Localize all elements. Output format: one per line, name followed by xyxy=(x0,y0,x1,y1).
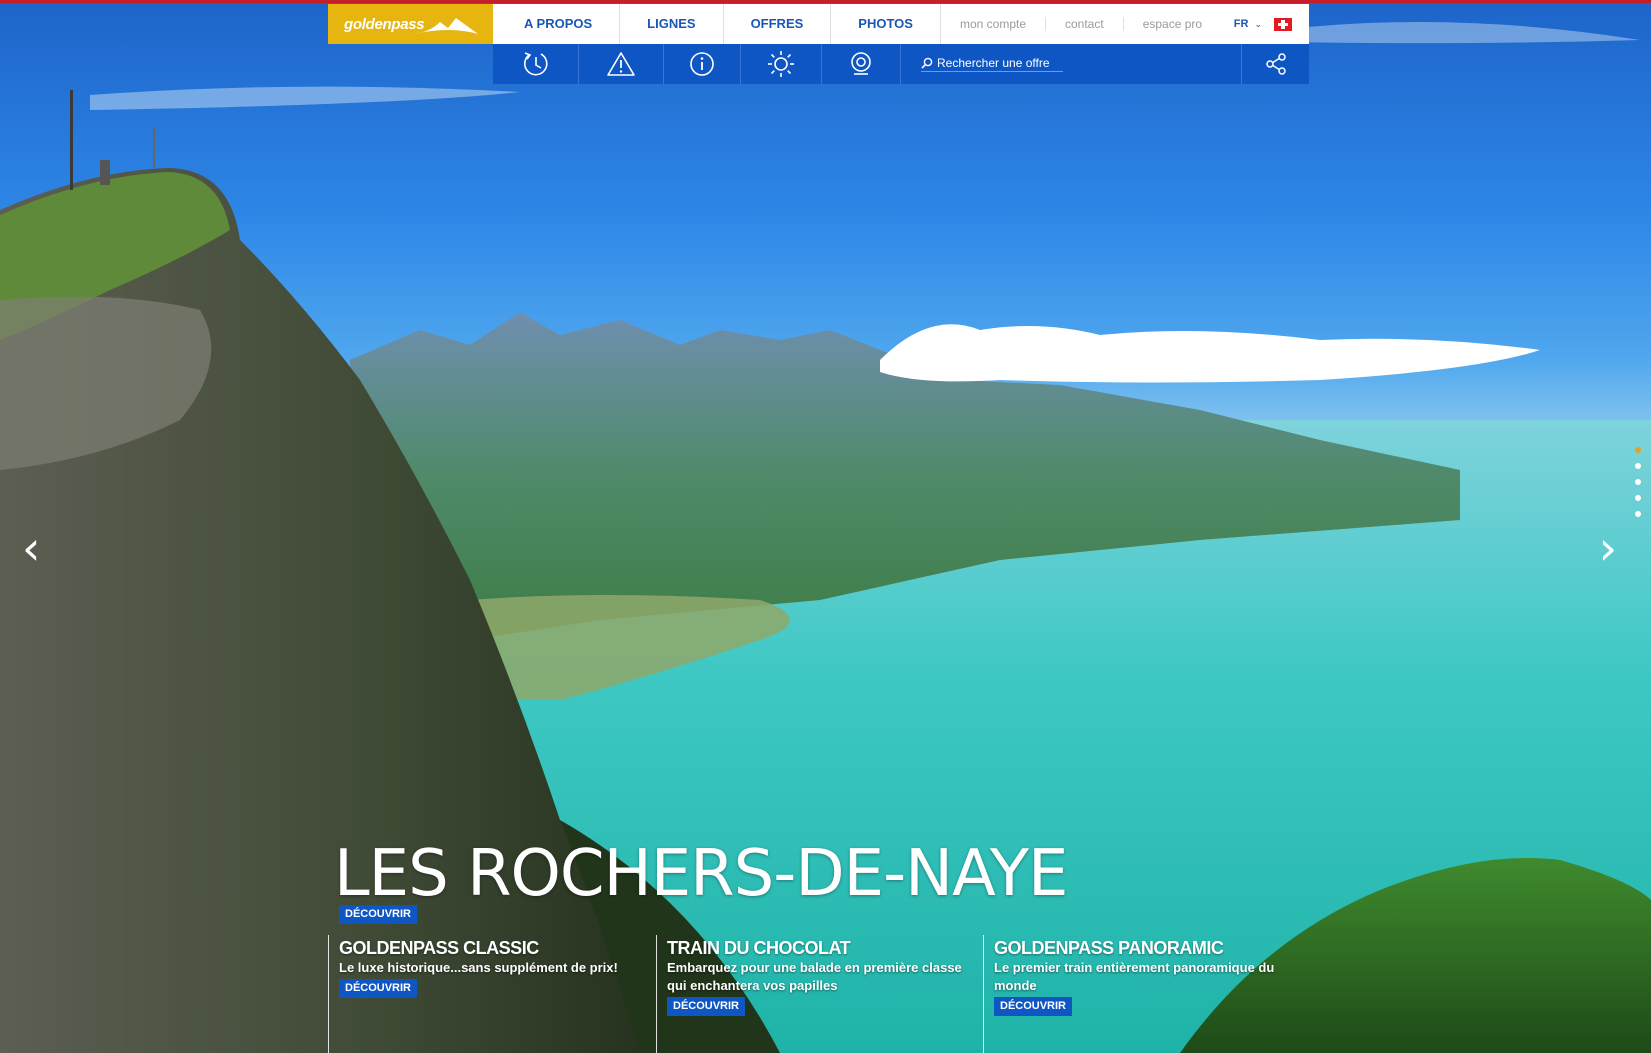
nav-offres[interactable]: OFFRES xyxy=(724,4,832,44)
alert-icon xyxy=(607,52,635,76)
featured-offers: GOLDENPASS CLASSIC Le luxe historique...… xyxy=(328,935,1302,1053)
offer-discover-button[interactable]: DÉCOUVRIR xyxy=(339,979,418,998)
nav-contact[interactable]: contact xyxy=(1046,17,1124,31)
secondary-nav: mon compte contact espace pro xyxy=(941,17,1221,31)
top-accent-line xyxy=(0,0,1651,3)
nav-lignes[interactable]: LIGNES xyxy=(620,4,724,44)
language-code: FR xyxy=(1233,18,1249,30)
slider-prev-arrow[interactable]: ‹ xyxy=(22,525,40,571)
site-header: goldenpass A PROPOS LIGNES OFFRES PHOTOS… xyxy=(328,4,1309,84)
swiss-flag-icon xyxy=(1274,17,1292,31)
primary-nav-bar: A PROPOS LIGNES OFFRES PHOTOS mon compte… xyxy=(493,4,1309,44)
search-field[interactable] xyxy=(921,56,1063,72)
slider-dot[interactable] xyxy=(1635,447,1641,453)
slider-dot[interactable] xyxy=(1635,479,1641,485)
timetable-icon xyxy=(523,52,548,76)
webcam-icon xyxy=(851,52,871,75)
offer-card-description: Le luxe historique...sans supplément de … xyxy=(339,960,618,975)
nav-mon-compte[interactable]: mon compte xyxy=(941,17,1046,31)
nav-a-propos[interactable]: A PROPOS xyxy=(493,4,621,44)
weather-icon xyxy=(768,51,794,77)
nav-photos[interactable]: PHOTOS xyxy=(831,4,941,44)
slider-dot[interactable] xyxy=(1635,463,1641,469)
mountain-logo-icon xyxy=(414,18,478,34)
offer-discover-button[interactable]: DÉCOUVRIR xyxy=(667,997,746,1016)
share-button[interactable] xyxy=(1242,44,1309,84)
nav-espace-pro[interactable]: espace pro xyxy=(1124,17,1221,31)
slider-pagination xyxy=(1635,447,1641,517)
slider-dot[interactable] xyxy=(1635,511,1641,517)
info-icon xyxy=(690,52,714,76)
search-icon xyxy=(921,57,933,69)
slider-dot[interactable] xyxy=(1635,495,1641,501)
timetable-button[interactable] xyxy=(493,44,579,84)
search-input[interactable] xyxy=(933,56,1063,70)
quick-access-toolbar xyxy=(493,44,1309,84)
share-icon xyxy=(1265,53,1286,75)
webcam-button[interactable] xyxy=(822,44,901,84)
language-selector[interactable]: FR ⌄ xyxy=(1234,4,1292,44)
weather-button[interactable] xyxy=(741,44,822,84)
hero-discover-button[interactable]: DÉCOUVRIR xyxy=(339,905,418,924)
offer-card-title: GOLDENPASS PANORAMIC xyxy=(994,938,1224,958)
hero-title: LES ROCHERS-DE-NAYE xyxy=(334,837,1068,911)
offer-card-title: GOLDENPASS CLASSIC xyxy=(339,938,539,958)
offer-card: TRAIN DU CHOCOLAT Embarquez pour une bal… xyxy=(656,935,983,1053)
slider-next-arrow[interactable]: › xyxy=(1599,525,1617,571)
offer-card: GOLDENPASS CLASSIC Le luxe historique...… xyxy=(328,935,656,1053)
chevron-down-icon: ⌄ xyxy=(1254,18,1262,29)
goldenpass-logo[interactable]: goldenpass xyxy=(328,4,493,44)
offer-card: GOLDENPASS PANORAMIC Le premier train en… xyxy=(983,935,1302,1053)
offer-card-description: Le premier train entièrement panoramique… xyxy=(994,960,1275,993)
search-area xyxy=(901,44,1242,84)
offer-discover-button[interactable]: DÉCOUVRIR xyxy=(994,997,1073,1016)
offer-card-description: Embarquez pour une balade en première cl… xyxy=(667,960,962,993)
offer-card-title: TRAIN DU CHOCOLAT xyxy=(667,938,851,958)
main-nav: A PROPOS LIGNES OFFRES PHOTOS xyxy=(493,4,941,44)
info-button[interactable] xyxy=(664,44,741,84)
alerts-button[interactable] xyxy=(579,44,664,84)
